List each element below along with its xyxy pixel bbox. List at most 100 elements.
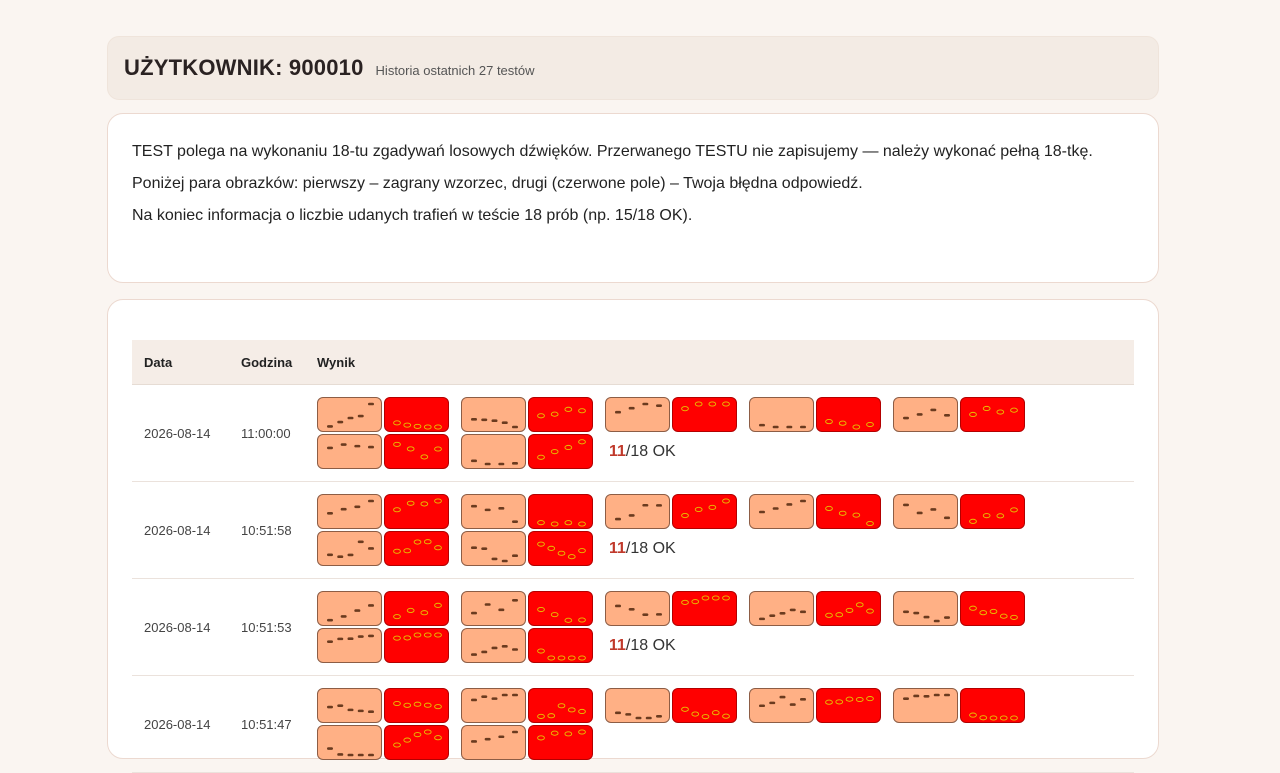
page-title: UŻYTKOWNIK: 900010 (124, 55, 364, 80)
pattern-tile (317, 591, 382, 626)
wrong-answer-tile (672, 494, 737, 529)
wrong-answer-tile (384, 494, 449, 529)
table-row: 2026-08-14 10:51:53 11/18 OK (132, 578, 1134, 676)
answer-pair (461, 434, 593, 469)
user-header: UŻYTKOWNIK: 900010 Historia ostatnich 27… (107, 36, 1159, 100)
pattern-tile (461, 725, 526, 760)
score-text: 11/18 OK (605, 531, 676, 566)
date-cell: 2026-08-14 (132, 481, 229, 579)
answer-pair (893, 591, 1025, 626)
answer-pair (461, 688, 593, 723)
table-row: 2026-08-14 10:51:47 (132, 675, 1134, 773)
pattern-tile (461, 628, 526, 663)
table-row: 2026-08-14 10:51:58 11/18 OK (132, 481, 1134, 579)
page-subtitle: Historia ostatnich 27 testów (375, 62, 535, 78)
table-row: 2026-08-14 11:00:00 11/18 OK (132, 384, 1134, 482)
pattern-tile (749, 397, 814, 432)
score-correct: 11 (609, 539, 626, 557)
col-header-time: Godzina (229, 340, 305, 385)
pattern-tile (605, 591, 670, 626)
wrong-answer-tile (528, 397, 593, 432)
answer-pair (317, 434, 449, 469)
wrong-answer-tile (384, 591, 449, 626)
result-pairs: 11/18 OK (317, 397, 1122, 469)
answer-pair (317, 688, 449, 723)
score-correct: 11 (609, 442, 626, 460)
answer-pair (461, 725, 593, 760)
answer-pair (461, 397, 593, 432)
wrong-answer-tile (384, 397, 449, 432)
wrong-answer-tile (384, 434, 449, 469)
results-table: Data Godzina Wynik 2026-08-14 11:00:00 11/… (132, 340, 1134, 773)
pattern-tile (461, 494, 526, 529)
wrong-answer-tile (960, 591, 1025, 626)
time-cell: 10:51:53 (229, 578, 305, 676)
score-text (605, 725, 609, 760)
wrong-answer-tile (528, 531, 593, 566)
answer-pair (461, 591, 593, 626)
pattern-tile (605, 397, 670, 432)
wrong-answer-tile (528, 591, 593, 626)
answer-pair (461, 494, 593, 529)
answer-pair (893, 397, 1025, 432)
wrong-answer-tile (528, 688, 593, 723)
result-pairs (317, 688, 1122, 760)
pattern-tile (317, 397, 382, 432)
pattern-tile (317, 494, 382, 529)
pattern-tile (461, 434, 526, 469)
result-cell: 11/18 OK (305, 481, 1134, 579)
pattern-tile (749, 591, 814, 626)
result-cell: 11/18 OK (305, 578, 1134, 676)
info-paragraph-3: Na koniec informacja o liczbie udanych t… (132, 207, 693, 224)
score-correct: 11 (609, 636, 626, 654)
pattern-tile (461, 688, 526, 723)
answer-pair (749, 591, 881, 626)
pattern-tile (461, 397, 526, 432)
answer-pair (317, 591, 449, 626)
result-pairs: 11/18 OK (317, 494, 1122, 566)
pattern-tile (317, 434, 382, 469)
pattern-tile (893, 494, 958, 529)
score-text: 11/18 OK (605, 434, 676, 469)
wrong-answer-tile (528, 434, 593, 469)
wrong-answer-tile (960, 397, 1025, 432)
pattern-tile (317, 531, 382, 566)
results-panel: Data Godzina Wynik 2026-08-14 11:00:00 11/… (107, 299, 1159, 773)
answer-pair (317, 628, 449, 663)
date-cell: 2026-08-14 (132, 384, 229, 482)
wrong-answer-tile (672, 397, 737, 432)
wrong-answer-tile (384, 628, 449, 663)
info-paragraph-1: TEST polega na wykonaniu 18-tu zgadywań … (132, 143, 1093, 160)
wrong-answer-tile (816, 688, 881, 723)
col-header-date: Data (132, 340, 229, 385)
result-pairs: 11/18 OK (317, 591, 1122, 663)
date-cell: 2026-08-14 (132, 675, 229, 773)
score-text: 11/18 OK (605, 628, 676, 663)
pattern-tile (893, 688, 958, 723)
answer-pair (461, 628, 593, 663)
answer-pair (461, 531, 593, 566)
wrong-answer-tile (960, 688, 1025, 723)
answer-pair (893, 494, 1025, 529)
pattern-tile (749, 494, 814, 529)
answer-pair (317, 397, 449, 432)
info-paragraph-2: Poniżej para obrazków: pierwszy – zagran… (132, 175, 863, 192)
pattern-tile (461, 531, 526, 566)
wrong-answer-tile (816, 494, 881, 529)
wrong-answer-tile (672, 688, 737, 723)
wrong-answer-tile (528, 725, 593, 760)
table-header-row: Data Godzina Wynik (132, 340, 1134, 385)
score-total: /18 OK (625, 442, 676, 460)
answer-pair (605, 591, 737, 626)
pattern-tile (605, 688, 670, 723)
answer-pair (749, 397, 881, 432)
pattern-tile (317, 688, 382, 723)
pattern-tile (317, 628, 382, 663)
pattern-tile (317, 725, 382, 760)
wrong-answer-tile (384, 688, 449, 723)
answer-pair (317, 531, 449, 566)
wrong-answer-tile (528, 628, 593, 663)
wrong-answer-tile (816, 397, 881, 432)
time-cell: 10:51:58 (229, 481, 305, 579)
answer-pair (317, 725, 449, 760)
